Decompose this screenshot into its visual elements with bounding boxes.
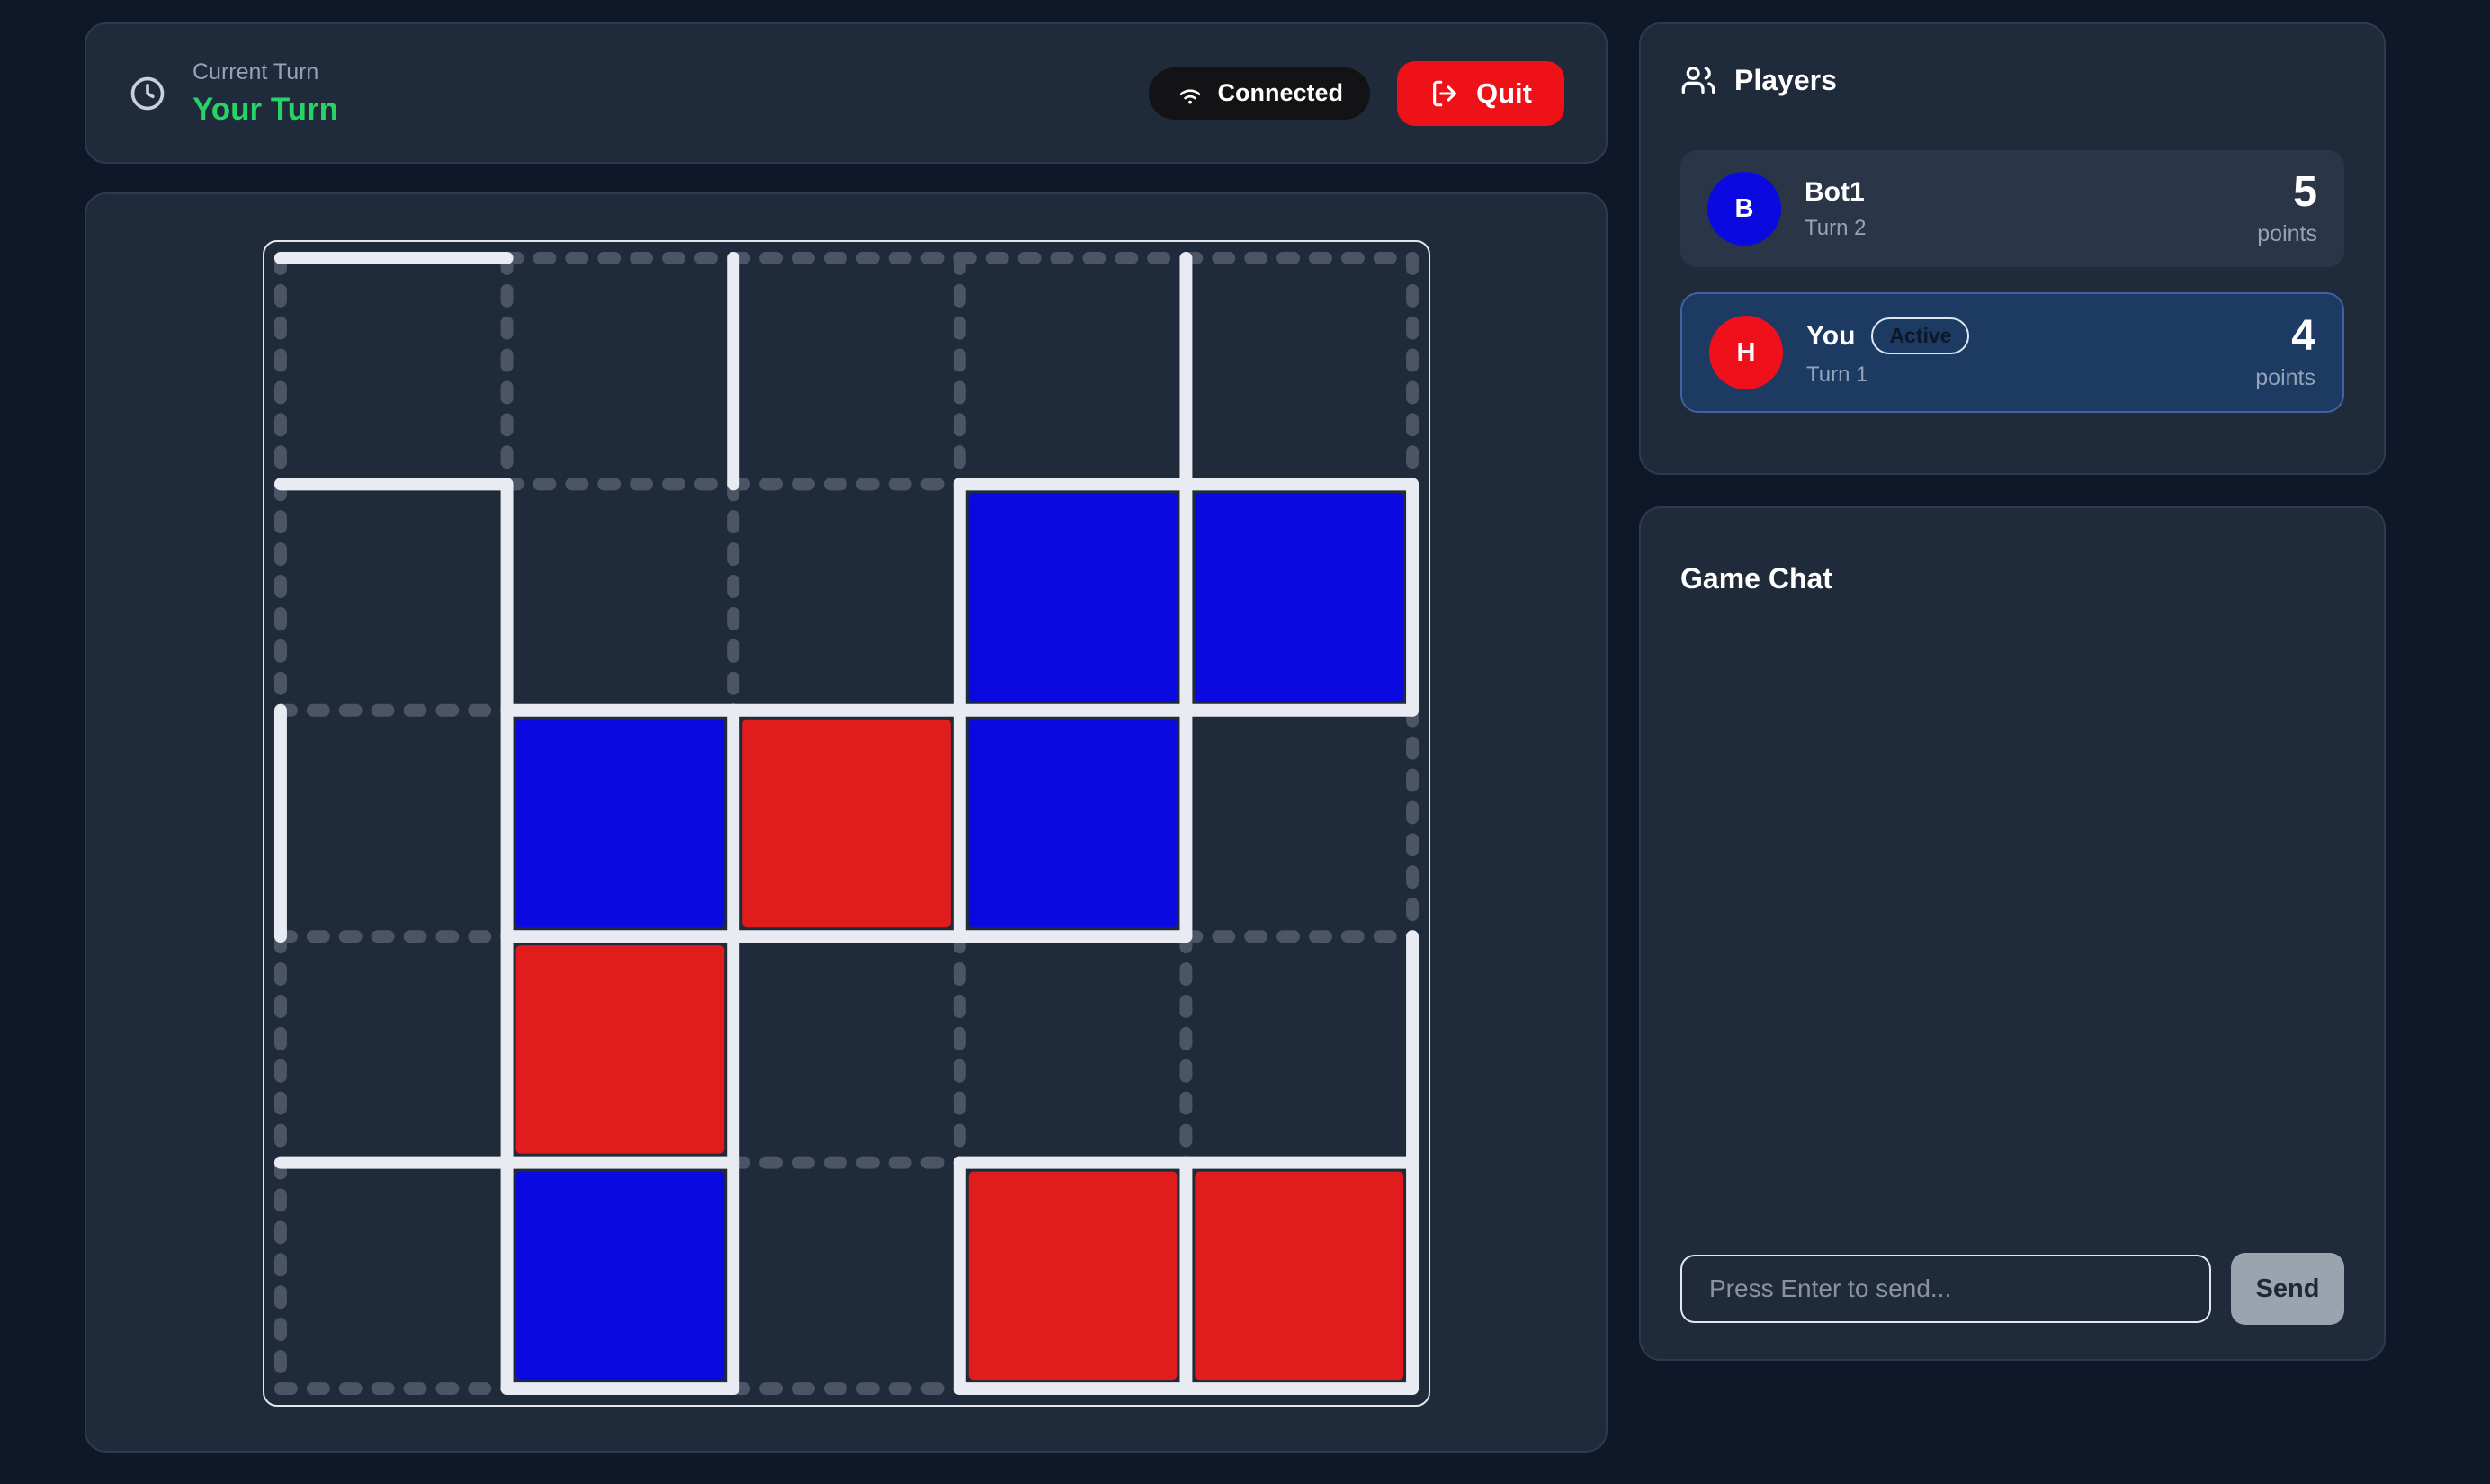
players-panel: Players B Bot1 Turn 2 5 points H (1639, 22, 2386, 475)
avatar-you: H (1709, 316, 1783, 389)
turn-text: Current Turn Your Turn (193, 59, 338, 128)
player-name: You Active (1806, 317, 1969, 354)
chat-input[interactable] (1680, 1255, 2211, 1323)
players-title-label: Players (1734, 64, 1837, 97)
current-turn-value: Your Turn (193, 92, 338, 128)
game-board-card (85, 192, 1608, 1453)
box-blue-r2c3 (968, 720, 1177, 927)
dots-and-boxes-board[interactable] (263, 240, 1430, 1407)
logout-icon (1429, 78, 1460, 109)
box-blue-r1c4 (1195, 493, 1403, 701)
player-points: 5 points (2257, 171, 2317, 247)
box-blue-r2c1 (515, 720, 724, 927)
player-info: You Active Turn 1 (1806, 317, 1969, 388)
box-red-r4c3 (968, 1172, 1177, 1380)
player-name-label: Bot1 (1805, 177, 1865, 208)
chat-input-row: Send (1680, 1253, 2344, 1325)
player-turn-order: Turn 1 (1806, 362, 1969, 388)
box-red-r4c4 (1195, 1172, 1403, 1380)
clock-icon (128, 74, 167, 113)
avatar-initial: H (1737, 338, 1756, 368)
box-blue-r4c1 (515, 1172, 724, 1380)
wifi-icon (1176, 79, 1205, 108)
points-label: points (2257, 221, 2317, 247)
chat-message-list (1680, 595, 2344, 1253)
active-badge: Active (1871, 317, 1969, 354)
player-name: Bot1 (1805, 177, 1866, 208)
turn-status-card: Current Turn Your Turn Connected Quit (85, 22, 1608, 164)
points-value: 5 (2257, 171, 2317, 214)
box-blue-r1c3 (968, 493, 1177, 701)
current-turn-label: Current Turn (193, 59, 338, 85)
game-chat-panel: Game Chat Send (1639, 506, 2386, 1361)
send-button[interactable]: Send (2231, 1253, 2344, 1325)
connection-status-badge: Connected (1149, 67, 1370, 120)
chat-title: Game Chat (1680, 562, 2344, 595)
connection-status-label: Connected (1217, 79, 1343, 107)
box-red-r3c1 (515, 945, 724, 1153)
player-row-bot1: B Bot1 Turn 2 5 points (1680, 150, 2344, 267)
users-icon (1680, 62, 1716, 98)
avatar-bot1: B (1707, 172, 1781, 246)
player-turn-order: Turn 2 (1805, 216, 1866, 241)
player-points: 4 points (2255, 315, 2315, 391)
quit-button-label: Quit (1476, 77, 1532, 110)
points-value: 4 (2255, 315, 2315, 358)
player-row-you: H You Active Turn 1 4 points (1680, 292, 2344, 413)
box-red-r2c2 (742, 720, 951, 927)
player-info: Bot1 Turn 2 (1805, 177, 1866, 241)
points-label: points (2255, 365, 2315, 391)
avatar-initial: B (1735, 194, 1754, 224)
quit-button[interactable]: Quit (1397, 61, 1564, 126)
board-svg (264, 242, 1429, 1405)
player-name-label: You (1806, 321, 1855, 352)
players-panel-title: Players (1680, 62, 2344, 98)
